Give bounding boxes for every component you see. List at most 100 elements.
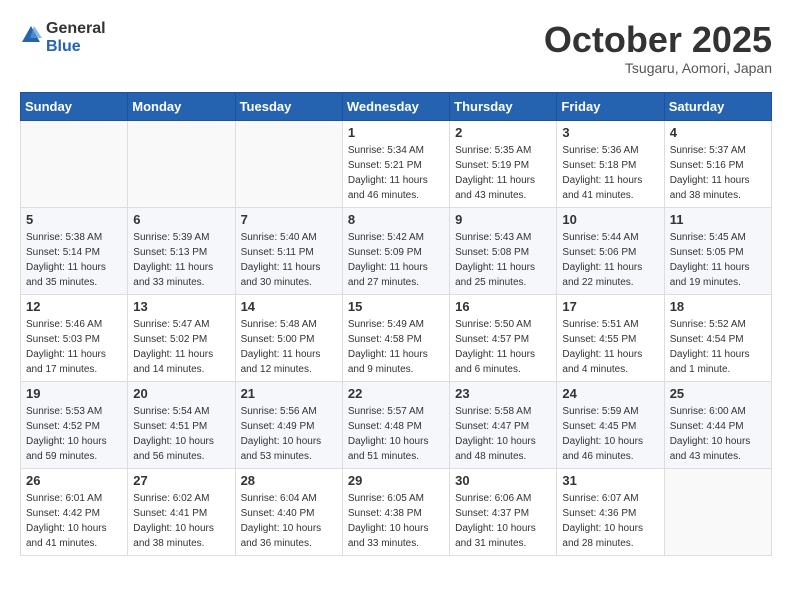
weekday-header-sunday: Sunday [21, 92, 128, 120]
day-info: Sunrise: 5:39 AM Sunset: 5:13 PM Dayligh… [133, 230, 229, 290]
day-number: 9 [455, 212, 551, 227]
day-number: 27 [133, 473, 229, 488]
calendar-week-row: 5 Sunrise: 5:38 AM Sunset: 5:14 PM Daylig… [21, 207, 772, 294]
day-info: Sunrise: 5:43 AM Sunset: 5:08 PM Dayligh… [455, 230, 551, 290]
calendar-cell: 31 Sunrise: 6:07 AM Sunset: 4:36 PM Dayli… [557, 468, 664, 555]
weekday-header-friday: Friday [557, 92, 664, 120]
day-info: Sunrise: 5:59 AM Sunset: 4:45 PM Dayligh… [562, 404, 658, 464]
calendar-cell: 14 Sunrise: 5:48 AM Sunset: 5:00 PM Dayli… [235, 294, 342, 381]
day-info: Sunrise: 6:04 AM Sunset: 4:40 PM Dayligh… [241, 491, 337, 551]
day-number: 19 [26, 386, 122, 401]
day-number: 28 [241, 473, 337, 488]
day-info: Sunrise: 5:45 AM Sunset: 5:05 PM Dayligh… [670, 230, 766, 290]
calendar-cell: 15Sunrise: 5:49 AM Sunset: 4:58 PM Dayli… [342, 294, 449, 381]
day-info: Sunrise: 5:56 AM Sunset: 4:49 PM Dayligh… [241, 404, 337, 464]
calendar-cell [235, 120, 342, 207]
calendar-header-row: SundayMondayTuesdayWednesdayThursdayFrid… [21, 92, 772, 120]
calendar-cell: 6 Sunrise: 5:39 AM Sunset: 5:13 PM Daylig… [128, 207, 235, 294]
day-number: 13 [133, 299, 229, 314]
day-info: Sunrise: 6:01 AM Sunset: 4:42 PM Dayligh… [26, 491, 122, 551]
day-number: 21 [241, 386, 337, 401]
day-info: Sunrise: 5:38 AM Sunset: 5:14 PM Dayligh… [26, 230, 122, 290]
day-number: 26 [26, 473, 122, 488]
title-block: October 2025 Tsugaru, Aomori, Japan [544, 20, 772, 76]
day-info: Sunrise: 5:37 AM Sunset: 5:16 PM Dayligh… [670, 143, 766, 203]
calendar-cell: 12 Sunrise: 5:46 AM Sunset: 5:03 PM Dayli… [21, 294, 128, 381]
calendar-cell: 17 Sunrise: 5:51 AM Sunset: 4:55 PM Dayli… [557, 294, 664, 381]
calendar-cell: 20 Sunrise: 5:54 AM Sunset: 4:51 PM Dayli… [128, 381, 235, 468]
day-number: 23 [455, 386, 551, 401]
day-info: Sunrise: 5:35 AM Sunset: 5:19 PM Dayligh… [455, 143, 551, 203]
day-number: 3 [562, 125, 658, 140]
day-number: 22 [348, 386, 444, 401]
day-info: Sunrise: 5:36 AM Sunset: 5:18 PM Dayligh… [562, 143, 658, 203]
day-number: 16 [455, 299, 551, 314]
calendar-cell: 29 Sunrise: 6:05 AM Sunset: 4:38 PM Dayli… [342, 468, 449, 555]
calendar-cell: 26 Sunrise: 6:01 AM Sunset: 4:42 PM Dayli… [21, 468, 128, 555]
day-number: 12 [26, 299, 122, 314]
location: Tsugaru, Aomori, Japan [544, 60, 772, 76]
logo-blue: Blue [46, 38, 106, 56]
day-info: Sunrise: 5:54 AM Sunset: 4:51 PM Dayligh… [133, 404, 229, 464]
month-title: October 2025 [544, 20, 772, 60]
day-number: 5 [26, 212, 122, 227]
weekday-header-tuesday: Tuesday [235, 92, 342, 120]
calendar-cell: 23Sunrise: 5:58 AM Sunset: 4:47 PM Dayli… [450, 381, 557, 468]
day-number: 24 [562, 386, 658, 401]
day-number: 29 [348, 473, 444, 488]
day-info: Sunrise: 5:48 AM Sunset: 5:00 PM Dayligh… [241, 317, 337, 377]
calendar-cell: 13 Sunrise: 5:47 AM Sunset: 5:02 PM Dayli… [128, 294, 235, 381]
calendar-cell: 19Sunrise: 5:53 AM Sunset: 4:52 PM Dayli… [21, 381, 128, 468]
day-info: Sunrise: 5:46 AM Sunset: 5:03 PM Dayligh… [26, 317, 122, 377]
calendar-cell: 16 Sunrise: 5:50 AM Sunset: 4:57 PM Dayli… [450, 294, 557, 381]
day-info: Sunrise: 5:50 AM Sunset: 4:57 PM Dayligh… [455, 317, 551, 377]
day-number: 10 [562, 212, 658, 227]
calendar-cell: 27 Sunrise: 6:02 AM Sunset: 4:41 PM Dayli… [128, 468, 235, 555]
day-number: 14 [241, 299, 337, 314]
calendar-cell: 7Sunrise: 5:40 AM Sunset: 5:11 PM Daylig… [235, 207, 342, 294]
calendar-cell: 8Sunrise: 5:42 AM Sunset: 5:09 PM Daylig… [342, 207, 449, 294]
weekday-header-saturday: Saturday [664, 92, 771, 120]
calendar-week-row: 26 Sunrise: 6:01 AM Sunset: 4:42 PM Dayli… [21, 468, 772, 555]
calendar-cell [128, 120, 235, 207]
day-number: 31 [562, 473, 658, 488]
calendar-cell: 18Sunrise: 5:52 AM Sunset: 4:54 PM Dayli… [664, 294, 771, 381]
day-info: Sunrise: 6:00 AM Sunset: 4:44 PM Dayligh… [670, 404, 766, 464]
day-info: Sunrise: 5:49 AM Sunset: 4:58 PM Dayligh… [348, 317, 444, 377]
calendar-cell: 24 Sunrise: 5:59 AM Sunset: 4:45 PM Dayli… [557, 381, 664, 468]
calendar-cell [664, 468, 771, 555]
day-number: 25 [670, 386, 766, 401]
calendar-cell [21, 120, 128, 207]
logo-icon [20, 24, 42, 46]
day-info: Sunrise: 6:02 AM Sunset: 4:41 PM Dayligh… [133, 491, 229, 551]
day-info: Sunrise: 5:34 AM Sunset: 5:21 PM Dayligh… [348, 143, 444, 203]
calendar-table: SundayMondayTuesdayWednesdayThursdayFrid… [20, 92, 772, 556]
calendar-cell: 1Sunrise: 5:34 AM Sunset: 5:21 PM Daylig… [342, 120, 449, 207]
calendar-week-row: 1Sunrise: 5:34 AM Sunset: 5:21 PM Daylig… [21, 120, 772, 207]
day-number: 8 [348, 212, 444, 227]
day-number: 18 [670, 299, 766, 314]
calendar-cell: 21 Sunrise: 5:56 AM Sunset: 4:49 PM Dayli… [235, 381, 342, 468]
day-info: Sunrise: 6:05 AM Sunset: 4:38 PM Dayligh… [348, 491, 444, 551]
day-number: 17 [562, 299, 658, 314]
day-number: 20 [133, 386, 229, 401]
day-info: Sunrise: 5:47 AM Sunset: 5:02 PM Dayligh… [133, 317, 229, 377]
logo-general: General [46, 20, 106, 38]
weekday-header-wednesday: Wednesday [342, 92, 449, 120]
day-info: Sunrise: 5:57 AM Sunset: 4:48 PM Dayligh… [348, 404, 444, 464]
calendar-cell: 10Sunrise: 5:44 AM Sunset: 5:06 PM Dayli… [557, 207, 664, 294]
logo: General Blue [20, 20, 106, 55]
day-number: 2 [455, 125, 551, 140]
day-info: Sunrise: 6:07 AM Sunset: 4:36 PM Dayligh… [562, 491, 658, 551]
weekday-header-thursday: Thursday [450, 92, 557, 120]
calendar-cell: 4 Sunrise: 5:37 AM Sunset: 5:16 PM Daylig… [664, 120, 771, 207]
calendar-cell: 22 Sunrise: 5:57 AM Sunset: 4:48 PM Dayli… [342, 381, 449, 468]
day-number: 4 [670, 125, 766, 140]
calendar-cell: 30Sunrise: 6:06 AM Sunset: 4:37 PM Dayli… [450, 468, 557, 555]
calendar-week-row: 19Sunrise: 5:53 AM Sunset: 4:52 PM Dayli… [21, 381, 772, 468]
day-number: 6 [133, 212, 229, 227]
weekday-header-monday: Monday [128, 92, 235, 120]
day-number: 11 [670, 212, 766, 227]
calendar-cell: 25 Sunrise: 6:00 AM Sunset: 4:44 PM Dayli… [664, 381, 771, 468]
day-info: Sunrise: 5:51 AM Sunset: 4:55 PM Dayligh… [562, 317, 658, 377]
